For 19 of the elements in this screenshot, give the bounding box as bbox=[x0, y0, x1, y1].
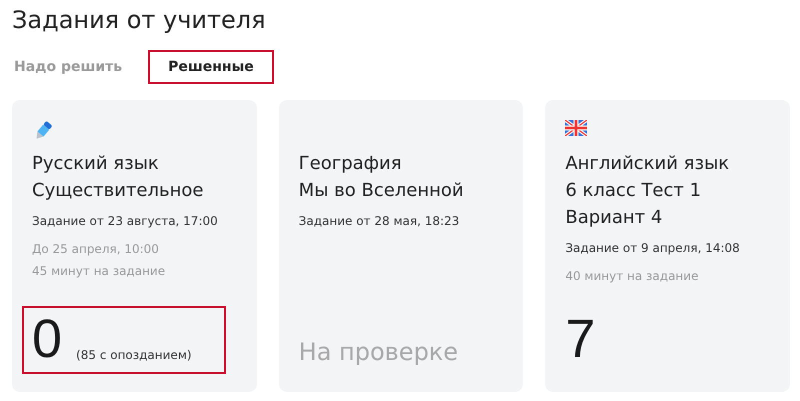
card-detail: 45 минут на задание bbox=[32, 264, 166, 278]
uk-flag-icon bbox=[565, 120, 588, 136]
assignment-card[interactable]: География Мы во Вселенной Задание от 28 мая, 18:23 На проверке bbox=[278, 100, 524, 392]
review-status: На проверке bbox=[298, 338, 460, 366]
grade-note: (85 с опозданием) bbox=[76, 348, 192, 362]
assigned-date: Задание от 28 мая, 18:23 bbox=[298, 214, 460, 228]
grade: 7 bbox=[565, 312, 596, 366]
card-detail: До 25 апреля, 10:00 bbox=[32, 242, 160, 256]
card-title: Английский язык 6 класс Тест 1 Вариант 4 bbox=[565, 152, 730, 230]
card-title: География Мы во Вселенной bbox=[298, 152, 465, 203]
card-detail: 40 минут на задание bbox=[565, 269, 700, 283]
card-title: Русский язык Существительное bbox=[32, 152, 204, 203]
assigned-date: Задание от 9 апреля, 14:08 bbox=[565, 241, 741, 255]
assignment-card[interactable]: Английский язык 6 класс Тест 1 Вариант 4 Задание от 9 апреля, 14:08 40 минут на задание 7 bbox=[545, 100, 790, 392]
assigned-date: Задание от 23 августа, 17:00 bbox=[32, 214, 219, 228]
page-title: Задания от учителя bbox=[12, 5, 267, 36]
grade: 0 bbox=[32, 312, 62, 366]
assignment-card[interactable]: Русский язык Существительное Задание от 23 августа, 17:00 До 25 апреля, 10:00 45 минут на задание 0 (85 с опозданием) bbox=[12, 100, 257, 392]
tab[interactable]: Решенные bbox=[148, 50, 274, 84]
